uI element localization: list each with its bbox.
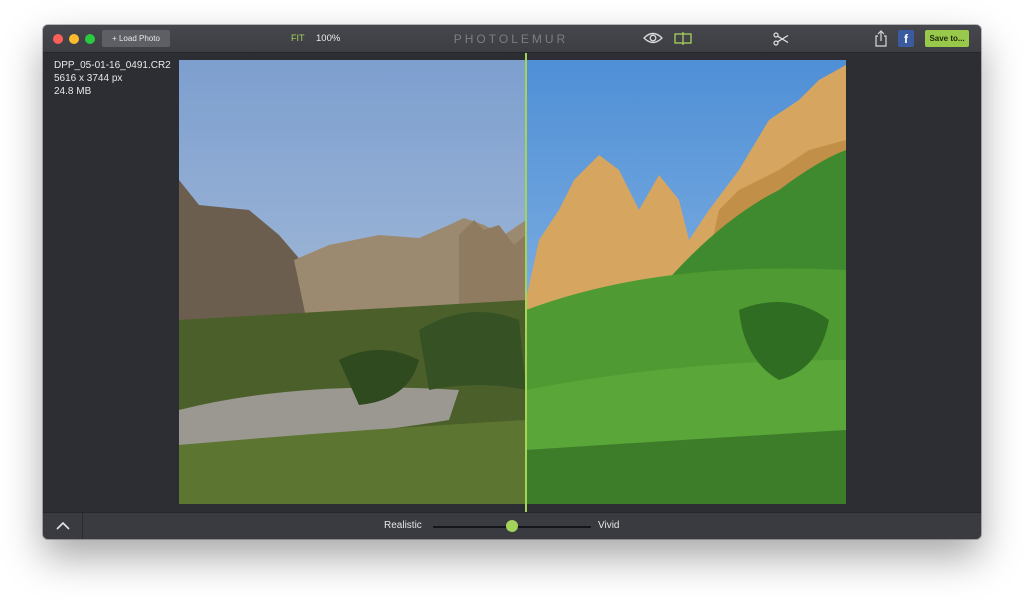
bottom-bar: Realistic Vivid bbox=[43, 512, 981, 539]
title-bar: + Load Photo FIT 100% PHOTOLEMUR f Save … bbox=[43, 25, 981, 53]
eye-icon[interactable] bbox=[643, 31, 663, 50]
app-window: + Load Photo FIT 100% PHOTOLEMUR f Save … bbox=[43, 25, 981, 539]
fit-zoom-button[interactable]: FIT bbox=[291, 33, 305, 43]
facebook-icon[interactable]: f bbox=[898, 30, 914, 47]
photo-preview[interactable] bbox=[179, 60, 846, 504]
file-name: DPP_05-01-16_0491.CR2 bbox=[54, 60, 171, 71]
landscape-photo bbox=[179, 60, 846, 504]
file-info: DPP_05-01-16_0491.CR2 5616 x 3744 px 24.… bbox=[54, 59, 171, 98]
compare-divider-handle[interactable] bbox=[525, 53, 527, 512]
chevron-up-icon bbox=[56, 521, 70, 530]
app-brand-title: PHOTOLEMUR bbox=[453, 32, 569, 46]
close-window-button[interactable] bbox=[53, 34, 63, 44]
save-to-button[interactable]: Save to... bbox=[925, 30, 969, 47]
enhancement-slider-knob[interactable] bbox=[506, 520, 518, 532]
collapse-panel-button[interactable] bbox=[43, 513, 83, 539]
file-size: 24.8 MB bbox=[54, 86, 92, 97]
maximize-window-button[interactable] bbox=[85, 34, 95, 44]
slider-label-vivid: Vivid bbox=[598, 520, 620, 531]
compare-split-icon[interactable] bbox=[674, 32, 692, 50]
load-photo-button[interactable]: + Load Photo bbox=[102, 30, 170, 47]
scissors-icon[interactable] bbox=[773, 32, 789, 51]
file-dimensions: 5616 x 3744 px bbox=[54, 73, 123, 84]
share-icon[interactable] bbox=[874, 30, 888, 52]
zoom-100-button[interactable]: 100% bbox=[316, 33, 340, 44]
slider-label-realistic: Realistic bbox=[384, 520, 422, 531]
minimize-window-button[interactable] bbox=[69, 34, 79, 44]
